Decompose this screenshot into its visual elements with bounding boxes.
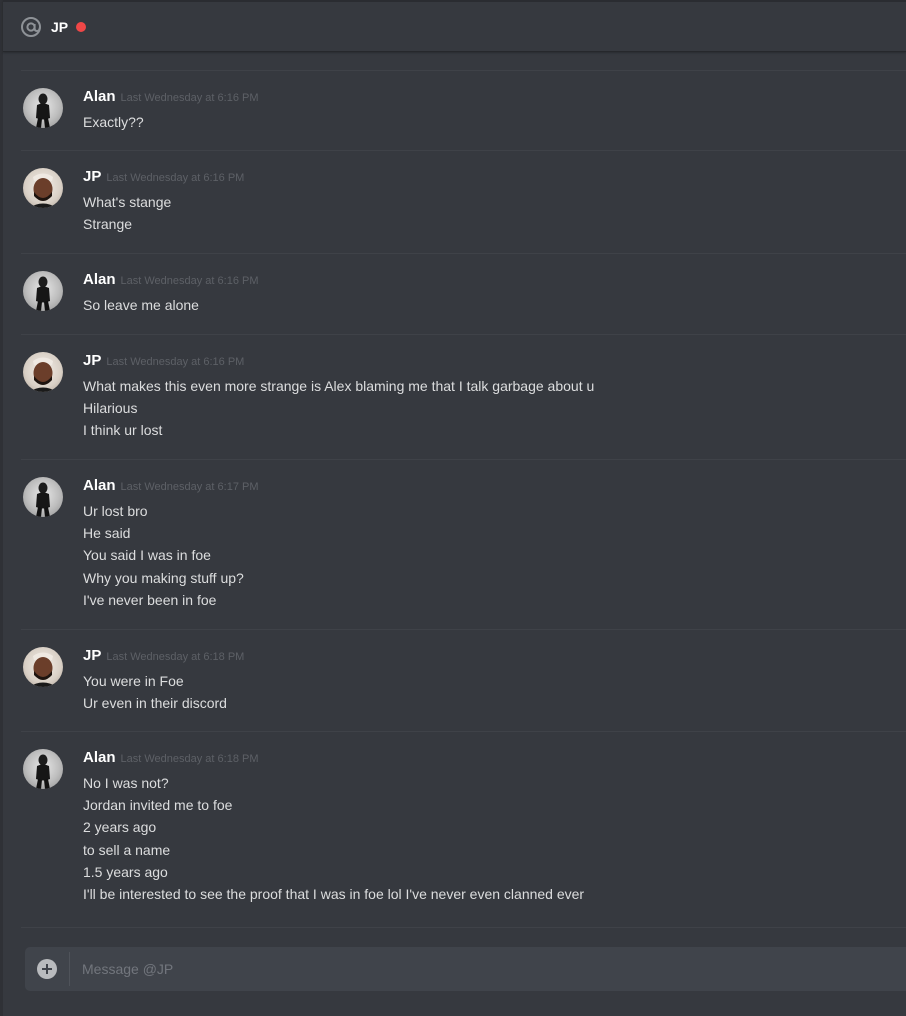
message-text: I'll be interested to see the proof that… [83, 885, 585, 902]
username[interactable]: JP [83, 352, 101, 369]
recipient-name: JP [51, 18, 69, 35]
message-group: Alan Last Wednesday at 6:17 PM Ur lost b… [21, 459, 906, 630]
message-group: JP Last Wednesday at 6:18 PM You were in… [21, 629, 906, 732]
timestamp: Last Wednesday at 6:18 PM [106, 651, 245, 663]
message-group: JP Last Wednesday at 6:16 PM What's stan… [21, 150, 906, 254]
message-text: Jordan invited me to foe [83, 797, 233, 814]
timestamp: Last Wednesday at 6:16 PM [120, 275, 259, 287]
timestamp: Last Wednesday at 6:16 PM [106, 172, 245, 184]
message-text: 1.5 years ago [83, 863, 168, 880]
message-text: Ur even in their discord [83, 695, 227, 712]
message-group: Alan Last Wednesday at 6:18 PM No I was … [21, 731, 906, 928]
message-text: You were in Foe [83, 673, 184, 689]
timestamp: Last Wednesday at 6:18 PM [120, 753, 259, 765]
message-text: Ur lost bro [83, 503, 148, 519]
user-avatar[interactable] [23, 168, 63, 208]
username[interactable]: JP [83, 647, 101, 664]
user-avatar[interactable] [23, 647, 63, 687]
add-attachment-button[interactable] [37, 959, 57, 979]
username[interactable]: JP [83, 168, 101, 185]
message-composer [25, 947, 906, 991]
username[interactable]: Alan [83, 749, 116, 766]
message-text: Strange [83, 216, 133, 233]
message-text: You said I was in foe [83, 547, 211, 564]
user-avatar[interactable] [23, 352, 63, 392]
message-text: Hilarious [83, 400, 138, 417]
message-text: What makes this even more strange is Ale… [83, 378, 595, 394]
message-text: He said [83, 525, 131, 542]
message-text: I think ur lost [83, 422, 163, 439]
timestamp: Last Wednesday at 6:16 PM [120, 92, 259, 104]
message-group: JP Last Wednesday at 6:16 PM What makes … [21, 334, 906, 460]
message-text: What's stange [83, 194, 172, 210]
message-list[interactable]: Alan Last Wednesday at 6:16 PM Exactly??… [3, 52, 906, 937]
message-input[interactable] [80, 948, 906, 990]
message-text: 2 years ago [83, 819, 157, 836]
timestamp: Last Wednesday at 6:16 PM [106, 356, 245, 368]
plus-icon [42, 964, 52, 974]
message-text: to sell a name [83, 841, 171, 858]
channel-header: JP [3, 0, 906, 52]
message-group: Alan Last Wednesday at 6:16 PM So leave … [21, 253, 906, 335]
username[interactable]: Alan [83, 271, 116, 288]
message-text: Why you making stuff up? [83, 569, 244, 586]
username[interactable]: Alan [83, 88, 116, 105]
username[interactable]: Alan [83, 477, 116, 494]
user-avatar[interactable] [23, 271, 63, 311]
user-avatar[interactable] [23, 88, 63, 128]
user-avatar[interactable] [23, 749, 63, 789]
dm-window: JP Alan Last Wednesday at 6:16 PM Exactl… [0, 0, 906, 1016]
composer-divider [69, 952, 70, 986]
message-group: Alan Last Wednesday at 6:16 PM Exactly?? [21, 70, 906, 151]
timestamp: Last Wednesday at 6:17 PM [120, 481, 259, 493]
at-icon [20, 16, 42, 38]
status-indicator [76, 21, 87, 32]
message-text: Exactly?? [83, 114, 144, 130]
message-text: I've never been in foe [83, 591, 217, 608]
message-text: No I was not? [83, 775, 169, 791]
user-avatar[interactable] [23, 477, 63, 517]
message-text: So leave me alone [83, 297, 199, 313]
